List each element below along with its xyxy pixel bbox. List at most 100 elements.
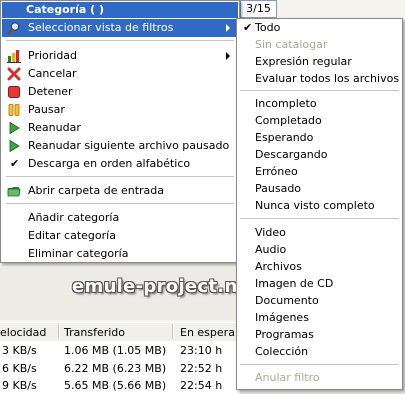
menu-item-alphabetical-download[interactable]: ✔ Descarga en orden alfabético <box>2 155 238 173</box>
cell-transferred: 6.22 MB (6.23 MB) <box>64 362 167 375</box>
stop-icon <box>8 86 20 98</box>
submenu-arrow-icon <box>226 24 230 32</box>
filter-item-clear-filter[interactable]: Anular filtro <box>238 369 401 386</box>
menu-item-label: Añadir categoría <box>28 211 120 224</box>
filter-item-label: Incompleto <box>255 97 317 110</box>
table-row[interactable]: 9 KB/s 5.65 MB (5.66 MB) 22:54 h <box>0 376 240 394</box>
filter-item-all[interactable]: ✔ Todo <box>238 19 401 36</box>
menu-item-label: Seleccionar vista de filtros <box>28 21 174 34</box>
menu-separator <box>6 203 234 204</box>
cell-transferred: 1.06 MB (1.05 MB) <box>64 344 167 357</box>
menu-item-delete-category[interactable]: Eliminar categoría <box>2 245 238 263</box>
filter-item-label: Sin catalogar <box>255 38 328 51</box>
filter-item-uncategorized[interactable]: Sin catalogar <box>238 36 401 53</box>
filter-item-cd-image[interactable]: Imagen de CD <box>238 275 401 292</box>
priority-bars-icon <box>7 50 21 63</box>
menu-item-edit-category[interactable]: Editar categoría <box>2 227 238 245</box>
menu-separator <box>6 176 234 177</box>
filter-item-label: Completado <box>255 114 322 127</box>
filter-item-label: Expresión regular <box>255 55 352 68</box>
pause-icon <box>8 104 20 116</box>
cell-speed: 3 KB/s <box>2 344 37 357</box>
menu-item-cancel[interactable]: Cancelar <box>2 65 238 83</box>
column-header-speed[interactable]: elocidad <box>0 326 46 339</box>
filter-item-label: Pausado <box>255 182 302 195</box>
magnifier-icon <box>7 22 20 35</box>
filter-view-submenu: ✔ Todo Sin catalogar Expresión regular E… <box>236 18 403 390</box>
filter-item-label: Evaluar todos los archivos <box>255 72 400 85</box>
red-x-icon <box>7 67 21 81</box>
column-divider[interactable] <box>58 324 59 339</box>
filter-item-label: Programas <box>255 328 314 341</box>
filter-item-label: Documento <box>255 294 319 307</box>
menu-title: Categoría ( ) <box>2 2 238 18</box>
filter-item-video[interactable]: Video <box>238 224 401 241</box>
menu-item-label: Cancelar <box>28 67 77 80</box>
cell-transferred: 5.65 MB (5.66 MB) <box>64 379 167 392</box>
menu-item-filter-view[interactable]: Seleccionar vista de filtros <box>2 19 238 37</box>
filter-item-audio[interactable]: Audio <box>238 241 401 258</box>
filter-item-document[interactable]: Documento <box>238 292 401 309</box>
column-divider[interactable] <box>172 324 173 339</box>
menu-item-label: Prioridad <box>28 49 78 62</box>
watermark-text: emule-project.net <box>72 276 259 297</box>
filter-item-label: Anular filtro <box>255 371 320 384</box>
menu-separator <box>240 218 399 219</box>
menu-item-pause[interactable]: Pausar <box>2 101 238 119</box>
menu-item-label: Detener <box>28 85 73 98</box>
filter-item-evaluate-all[interactable]: Evaluar todos los archivos <box>238 70 401 87</box>
play-icon <box>9 139 20 153</box>
menu-item-resume-next[interactable]: Reanudar siguiente archivo pausado <box>2 137 238 155</box>
filter-item-label: Imágenes <box>255 311 309 324</box>
menu-item-label: Abrir carpeta de entrada <box>28 184 165 197</box>
menu-separator <box>240 90 399 91</box>
menu-item-label: Descarga en orden alfabético <box>28 157 191 170</box>
filter-item-waiting[interactable]: Esperando <box>238 129 401 146</box>
submenu-arrow-icon <box>226 52 230 60</box>
filter-item-label: Nunca visto completo <box>255 199 375 212</box>
column-header-waiting[interactable]: En espera <box>180 326 235 339</box>
menu-item-label: Reanudar <box>28 121 81 134</box>
downloads-table-header: elocidad Transferido En espera <box>0 322 240 342</box>
cell-waiting: 23:10 h <box>180 344 223 357</box>
folder-icon <box>7 187 21 197</box>
filter-item-images[interactable]: Imágenes <box>238 309 401 326</box>
menu-separator <box>240 364 399 365</box>
filter-item-completed[interactable]: Completado <box>238 112 401 129</box>
filter-item-paused[interactable]: Pausado <box>238 180 401 197</box>
menu-item-stop[interactable]: Detener <box>2 83 238 101</box>
filter-item-downloading[interactable]: Descargando <box>238 146 401 163</box>
cell-waiting: 22:54 h <box>180 379 223 392</box>
cell-waiting: 22:52 h <box>180 362 223 375</box>
menu-item-resume[interactable]: Reanudar <box>2 119 238 137</box>
checkmark-icon: ✔ <box>10 157 20 170</box>
filter-item-collection[interactable]: Colección <box>238 343 401 360</box>
menu-item-label: Reanudar siguiente archivo pausado <box>28 139 230 152</box>
play-icon <box>9 121 20 135</box>
column-header-transferred[interactable]: Transferido <box>64 326 125 339</box>
filter-item-label: Audio <box>255 243 287 256</box>
checkmark-icon: ✔ <box>243 21 253 34</box>
table-row[interactable]: 6 KB/s 6.22 MB (6.23 MB) 22:52 h <box>0 359 240 377</box>
table-row[interactable]: 3 KB/s 1.06 MB (1.05 MB) 23:10 h <box>0 341 240 359</box>
filter-item-label: Colección <box>255 345 309 358</box>
cell-speed: 6 KB/s <box>2 362 37 375</box>
filter-item-regex[interactable]: Expresión regular <box>238 53 401 70</box>
menu-item-label: Pausar <box>28 103 65 116</box>
filter-item-archives[interactable]: Archivos <box>238 258 401 275</box>
filter-item-programs[interactable]: Programas <box>238 326 401 343</box>
menu-item-priority[interactable]: Prioridad <box>2 47 238 65</box>
menu-item-add-category[interactable]: Añadir categoría <box>2 209 238 227</box>
category-count-badge: 3/15 <box>240 0 277 18</box>
category-context-menu: Categoría ( ) Seleccionar vista de filtr… <box>0 0 240 263</box>
filter-item-never-seen-complete[interactable]: Nunca visto completo <box>238 197 401 214</box>
menu-item-label: Editar categoría <box>28 229 116 242</box>
filter-item-incomplete[interactable]: Incompleto <box>238 95 401 112</box>
filter-item-label: Descargando <box>255 148 328 161</box>
filter-item-erroneous[interactable]: Erróneo <box>238 163 401 180</box>
filter-item-label: Archivos <box>255 260 302 273</box>
menu-separator <box>6 40 234 41</box>
menu-item-open-incoming-folder[interactable]: Abrir carpeta de entrada <box>2 182 238 200</box>
filter-item-label: Imagen de CD <box>255 277 334 290</box>
cell-speed: 9 KB/s <box>2 379 37 392</box>
